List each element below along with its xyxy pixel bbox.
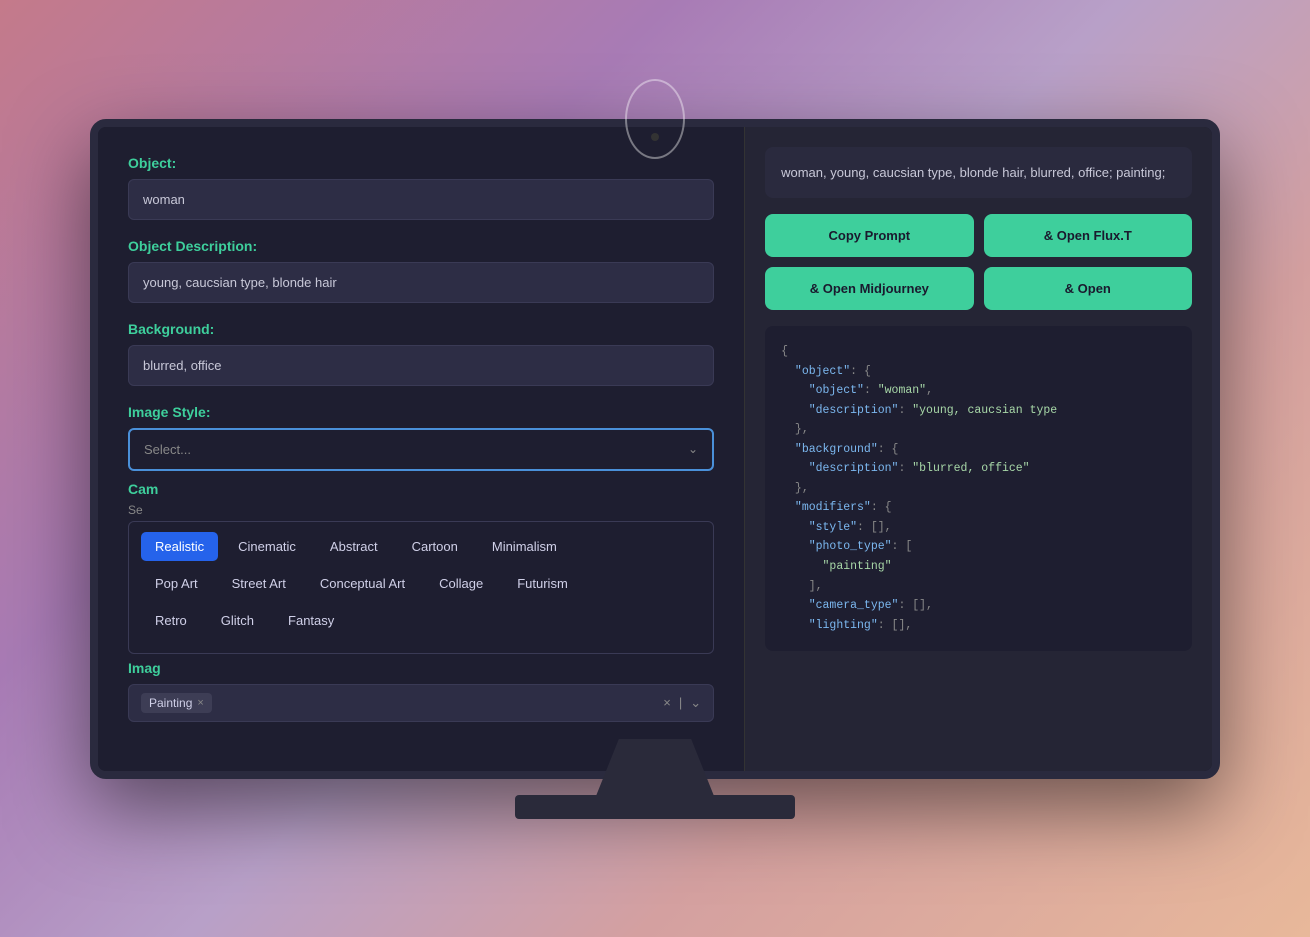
image-style-select[interactable]: Select... ⌄ bbox=[128, 428, 714, 471]
json-line-9: "modifiers": { bbox=[781, 498, 1176, 518]
json-line-2: "object": { bbox=[781, 362, 1176, 382]
prompt-text: woman, young, caucsian type, blonde hair… bbox=[781, 165, 1165, 180]
image-style-label: Image Style: bbox=[128, 404, 714, 420]
dropdown-item-abstract[interactable]: Abstract bbox=[316, 532, 392, 561]
monitor-wrapper: Object: woman Object Description: young,… bbox=[90, 119, 1220, 819]
dropdown-item-retro[interactable]: Retro bbox=[141, 606, 201, 635]
tag-divider: | bbox=[679, 695, 682, 710]
dropdown-item-streetart[interactable]: Street Art bbox=[218, 569, 300, 598]
select-arrow-icon: ⌄ bbox=[688, 442, 698, 456]
camera-label: Cam bbox=[128, 481, 158, 497]
background-input[interactable]: blurred, office bbox=[128, 345, 714, 386]
json-line-14: "camera_type": [], bbox=[781, 596, 1176, 616]
json-line-15: "lighting": [], bbox=[781, 616, 1176, 636]
json-line-11: "photo_type": [ bbox=[781, 537, 1176, 557]
json-line-10: "style": [], bbox=[781, 518, 1176, 538]
json-line-1: { bbox=[781, 342, 1176, 362]
copy-prompt-button[interactable]: Copy Prompt bbox=[765, 214, 973, 257]
dropdown-item-fantasy[interactable]: Fantasy bbox=[274, 606, 348, 635]
dropdown-item-popart[interactable]: Pop Art bbox=[141, 569, 212, 598]
monitor-frame: Object: woman Object Description: young,… bbox=[90, 119, 1220, 779]
description-input[interactable]: young, caucsian type, blonde hair bbox=[128, 262, 714, 303]
json-line-4: "description": "young, caucsian type bbox=[781, 401, 1176, 421]
open-midjourney-button[interactable]: & Open Midjourney bbox=[765, 267, 973, 310]
dropdown-item-realistic[interactable]: Realistic bbox=[141, 532, 218, 561]
dropdown-row-3: Retro Glitch Fantasy bbox=[141, 606, 701, 635]
open-button[interactable]: & Open bbox=[984, 267, 1192, 310]
json-line-7: "description": "blurred, office" bbox=[781, 459, 1176, 479]
image-type-label: Imag bbox=[128, 660, 161, 676]
tag-container: Painting × × | ⌄ bbox=[128, 684, 714, 722]
camera-select[interactable]: Se bbox=[128, 503, 158, 517]
painting-tag: Painting × bbox=[141, 693, 212, 713]
dropdown-item-cartoon[interactable]: Cartoon bbox=[398, 532, 472, 561]
json-preview: { "object": { "object": "woman", "descri… bbox=[765, 326, 1192, 651]
dropdown-item-futurism[interactable]: Futurism bbox=[503, 569, 582, 598]
deco-oval bbox=[625, 79, 685, 159]
dropdown-item-conceptualart[interactable]: Conceptual Art bbox=[306, 569, 419, 598]
select-placeholder: Select... bbox=[144, 442, 191, 457]
dropdown-menu: Realistic Cinematic Abstract Cartoon Min… bbox=[128, 521, 714, 654]
dropdown-item-minimalism[interactable]: Minimalism bbox=[478, 532, 571, 561]
description-label: Object Description: bbox=[128, 238, 714, 254]
tag-label: Painting bbox=[149, 696, 192, 710]
open-flux-button[interactable]: & Open Flux.T bbox=[984, 214, 1192, 257]
dropdown-item-collage[interactable]: Collage bbox=[425, 569, 497, 598]
json-line-12: "painting" bbox=[781, 557, 1176, 577]
tag-controls: × | ⌄ bbox=[663, 695, 701, 711]
dropdown-item-glitch[interactable]: Glitch bbox=[207, 606, 268, 635]
action-buttons: Copy Prompt & Open Flux.T & Open Midjour… bbox=[765, 214, 1192, 310]
monitor-base bbox=[515, 795, 795, 819]
right-panel: woman, young, caucsian type, blonde hair… bbox=[744, 127, 1212, 771]
json-line-8: }, bbox=[781, 479, 1176, 499]
monitor-screen: Object: woman Object Description: young,… bbox=[98, 127, 1212, 771]
json-line-13: ], bbox=[781, 577, 1176, 597]
json-line-5: }, bbox=[781, 420, 1176, 440]
dropdown-row-2: Pop Art Street Art Conceptual Art Collag… bbox=[141, 569, 701, 598]
prompt-preview: woman, young, caucsian type, blonde hair… bbox=[765, 147, 1192, 199]
tag-close-button[interactable]: × bbox=[197, 697, 203, 709]
json-line-6: "background": { bbox=[781, 440, 1176, 460]
json-line-3: "object": "woman", bbox=[781, 381, 1176, 401]
background-label: Background: bbox=[128, 321, 714, 337]
object-input[interactable]: woman bbox=[128, 179, 714, 220]
dropdown-item-cinematic[interactable]: Cinematic bbox=[224, 532, 310, 561]
object-label: Object: bbox=[128, 155, 714, 171]
dropdown-row-1: Realistic Cinematic Abstract Cartoon Min… bbox=[141, 532, 701, 561]
tag-clear-icon[interactable]: × bbox=[663, 695, 671, 710]
tag-dropdown-icon[interactable]: ⌄ bbox=[690, 695, 701, 711]
left-panel: Object: woman Object Description: young,… bbox=[98, 127, 744, 771]
image-style-select-wrapper: Select... ⌄ bbox=[128, 428, 714, 471]
